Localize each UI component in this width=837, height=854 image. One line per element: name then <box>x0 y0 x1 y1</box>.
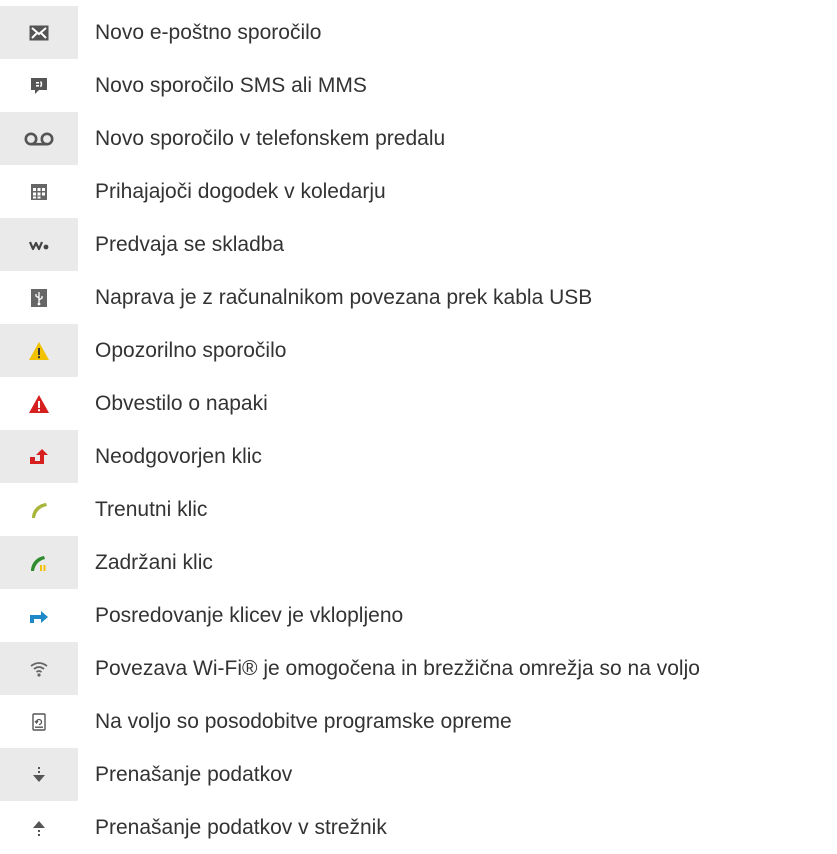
email-icon <box>29 25 49 41</box>
list-item: Opozorilno sporočilo <box>0 324 837 377</box>
icon-cell <box>0 112 78 165</box>
list-item: Neodgovorjen klic <box>0 430 837 483</box>
icon-cell <box>0 6 78 59</box>
list-item: Posredovanje klicev je vklopljeno <box>0 589 837 642</box>
icon-cell <box>0 695 78 748</box>
item-label: Naprava je z računalnikom povezana prek … <box>95 286 593 309</box>
list-item: Predvaja se skladba <box>0 218 837 271</box>
icon-cell <box>0 377 78 430</box>
notification-icon-list: Novo e-poštno sporočilo Novo sporočilo S… <box>0 6 837 854</box>
item-label: Obvestilo o napaki <box>95 392 268 415</box>
ongoing-call-icon <box>29 500 49 520</box>
item-label: Zadržani klic <box>95 551 213 574</box>
item-label: Novo sporočilo SMS ali MMS <box>95 74 367 97</box>
item-label: Novo e-poštno sporočilo <box>95 21 322 44</box>
calendar-icon <box>30 183 48 201</box>
wifi-icon <box>30 661 48 677</box>
icon-cell <box>0 218 78 271</box>
item-label: Prenašanje podatkov v strežnik <box>95 816 387 839</box>
list-item: Trenutni klic <box>0 483 837 536</box>
walkman-icon <box>29 239 49 251</box>
item-label: Na voljo so posodobitve programske oprem… <box>95 710 512 733</box>
sms-icon <box>30 77 48 95</box>
call-on-hold-icon <box>29 553 49 573</box>
list-item: Zadržani klic <box>0 536 837 589</box>
icon-cell <box>0 430 78 483</box>
call-forward-icon <box>28 608 50 624</box>
item-label: Trenutni klic <box>95 498 208 521</box>
item-label: Prihajajoči dogodek v koledarju <box>95 180 386 203</box>
voicemail-icon <box>24 132 54 146</box>
icon-cell <box>0 483 78 536</box>
item-label: Neodgovorjen klic <box>95 445 262 468</box>
list-item: Povezava Wi-Fi® je omogočena in brezžičn… <box>0 642 837 695</box>
download-icon <box>32 766 46 784</box>
warning-icon <box>28 341 50 361</box>
item-label: Predvaja se skladba <box>95 233 285 256</box>
missed-call-icon <box>28 448 50 466</box>
icon-cell <box>0 642 78 695</box>
item-label: Opozorilno sporočilo <box>95 339 287 362</box>
icon-cell <box>0 271 78 324</box>
list-item: Naprava je z računalnikom povezana prek … <box>0 271 837 324</box>
list-item: Novo sporočilo SMS ali MMS <box>0 59 837 112</box>
icon-cell <box>0 589 78 642</box>
icon-cell <box>0 165 78 218</box>
list-item: Na voljo so posodobitve programske oprem… <box>0 695 837 748</box>
item-label: Posredovanje klicev je vklopljeno <box>95 604 404 627</box>
list-item: Prihajajoči dogodek v koledarju <box>0 165 837 218</box>
list-item: Novo sporočilo v telefonskem predalu <box>0 112 837 165</box>
list-item: Prenašanje podatkov <box>0 748 837 801</box>
list-item: Prenašanje podatkov v strežnik <box>0 801 837 854</box>
icon-cell <box>0 748 78 801</box>
item-label: Prenašanje podatkov <box>95 763 293 786</box>
item-label: Povezava Wi-Fi® je omogočena in brezžičn… <box>95 657 700 680</box>
software-update-icon <box>32 712 46 731</box>
error-icon <box>28 394 50 414</box>
usb-icon <box>31 288 47 307</box>
list-item: Obvestilo o napaki <box>0 377 837 430</box>
icon-cell <box>0 801 78 854</box>
icon-cell <box>0 59 78 112</box>
item-label: Novo sporočilo v telefonskem predalu <box>95 127 446 150</box>
icon-cell <box>0 324 78 377</box>
icon-cell <box>0 536 78 589</box>
list-item: Novo e-poštno sporočilo <box>0 6 837 59</box>
upload-icon <box>32 819 46 837</box>
